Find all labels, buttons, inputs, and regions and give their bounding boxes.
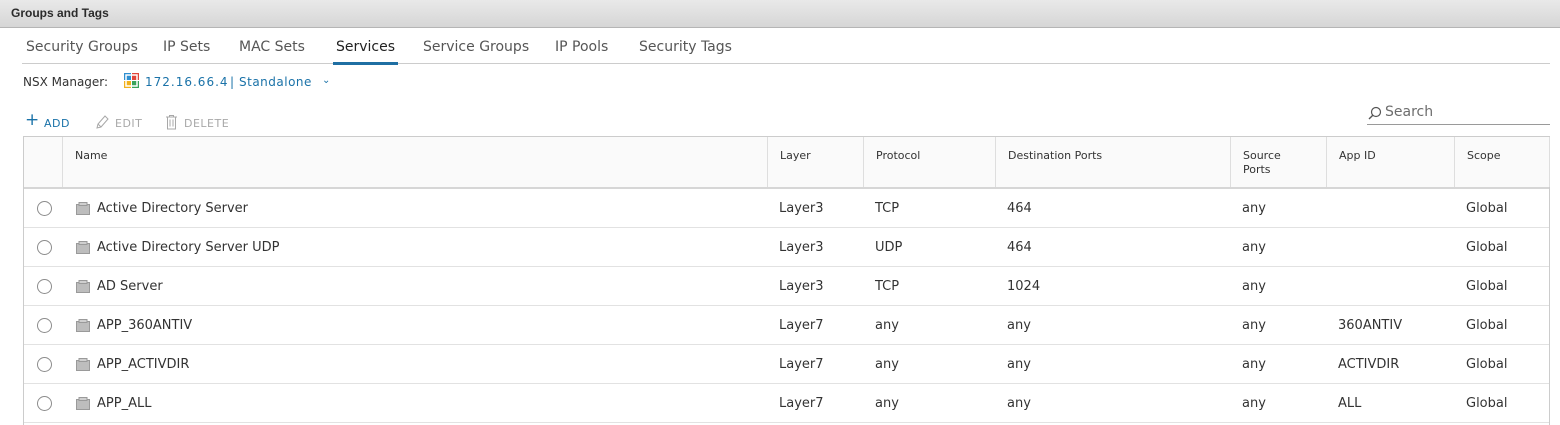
header-destination-ports[interactable]: Destination Ports [996, 137, 1231, 187]
cell-scope: Global [1466, 201, 1508, 216]
services-table: Name Layer Protocol Destination Ports So… [23, 136, 1550, 425]
cell-protocol: UDP [875, 240, 903, 255]
cell-name: Active Directory Server [97, 201, 249, 216]
cell-layer: Layer7 [779, 357, 824, 372]
tab-service-groups[interactable]: Service Groups [423, 39, 529, 55]
window-title: Groups and Tags [11, 6, 109, 20]
tab-ip-pools[interactable]: IP Pools [555, 39, 608, 55]
header-layer[interactable]: Layer [768, 137, 864, 187]
table-row[interactable]: AD Server Layer3 TCP 1024 any Global [24, 267, 1549, 306]
row-select-radio[interactable] [37, 396, 52, 411]
cell-layer: Layer7 [779, 318, 824, 333]
cell-protocol: TCP [875, 201, 900, 216]
service-icon [76, 241, 90, 254]
cell-source-ports: any [1242, 279, 1266, 294]
nsx-manager-mode[interactable]: Standalone [239, 75, 312, 89]
delete-button-label: DELETE [184, 117, 230, 130]
table-row[interactable]: APP_ACTIVDIR Layer7 any any any ACTIVDIR Globa… [24, 345, 1549, 384]
nsx-manager-icon [124, 73, 139, 88]
tab-bar: Security Groups IP Sets MAC Sets Service… [0, 28, 1560, 65]
cell-name: APP_360ANTIV [97, 318, 193, 333]
cell-name: AD Server [97, 279, 163, 294]
tab-bar-divider [22, 63, 1550, 64]
nsx-manager-separator: | [230, 75, 235, 89]
cell-app-id: ACTIVDIR [1338, 357, 1400, 372]
cell-layer: Layer7 [779, 396, 824, 411]
cell-layer: Layer3 [779, 201, 824, 216]
cell-scope: Global [1466, 279, 1508, 294]
cell-scope: Global [1466, 240, 1508, 255]
cell-source-ports: any [1242, 201, 1266, 216]
table-header: Name Layer Protocol Destination Ports So… [24, 137, 1550, 189]
service-icon [76, 397, 90, 410]
plus-icon: + [25, 110, 40, 130]
header-select [24, 137, 63, 187]
cell-protocol: any [875, 318, 899, 333]
cell-name: APP_ALL [97, 396, 152, 411]
add-button-label: ADD [44, 117, 70, 130]
cell-dest-ports: any [1007, 357, 1031, 372]
row-select-radio[interactable] [37, 357, 52, 372]
cell-protocol: any [875, 357, 899, 372]
cell-source-ports: any [1242, 318, 1266, 333]
table-row[interactable]: Active Directory Server Layer3 TCP 464 any Gl… [24, 189, 1549, 228]
tab-mac-sets[interactable]: MAC Sets [239, 39, 305, 55]
search-box [1367, 100, 1550, 125]
header-name[interactable]: Name [63, 137, 768, 187]
active-tab-indicator [333, 62, 399, 65]
cell-app-id: ALL [1338, 396, 1362, 411]
cell-layer: Layer3 [779, 240, 824, 255]
cell-dest-ports: 464 [1007, 201, 1032, 216]
nsx-manager-ip[interactable]: 172.16.66.4 [145, 75, 229, 89]
row-select-radio[interactable] [37, 279, 52, 294]
window-titlebar: Groups and Tags [0, 0, 1560, 28]
table-row[interactable]: Active Directory Server UDP Layer3 UDP 464 a… [24, 228, 1549, 267]
cell-scope: Global [1466, 318, 1508, 333]
cell-name: Active Directory Server UDP [97, 240, 280, 255]
tab-security-groups[interactable]: Security Groups [26, 39, 138, 55]
service-icon [76, 358, 90, 371]
table-row[interactable]: APP_360ANTIV Layer7 any any any 360ANTIV Globa… [24, 306, 1549, 345]
row-select-radio[interactable] [37, 201, 52, 216]
tab-security-tags[interactable]: Security Tags [639, 39, 732, 55]
header-scope[interactable]: Scope [1455, 137, 1550, 187]
search-icon [1368, 106, 1382, 120]
cell-dest-ports: any [1007, 396, 1031, 411]
cell-scope: Global [1466, 357, 1508, 372]
header-source-ports[interactable]: Source Ports [1231, 137, 1327, 187]
cell-dest-ports: 464 [1007, 240, 1032, 255]
cell-protocol: TCP [875, 279, 900, 294]
cell-protocol: any [875, 396, 899, 411]
trash-icon [166, 115, 177, 130]
cell-dest-ports: any [1007, 318, 1031, 333]
cell-source-ports: any [1242, 357, 1266, 372]
cell-dest-ports: 1024 [1007, 279, 1041, 294]
row-select-radio[interactable] [37, 240, 52, 255]
cell-app-id: 360ANTIV [1338, 318, 1403, 333]
cell-name: APP_ACTIVDIR [97, 357, 190, 372]
service-icon [76, 202, 90, 215]
cell-source-ports: any [1242, 396, 1266, 411]
pencil-icon [96, 115, 109, 129]
row-select-radio[interactable] [37, 318, 52, 333]
cell-scope: Global [1466, 396, 1508, 411]
header-protocol[interactable]: Protocol [864, 137, 996, 187]
cell-layer: Layer3 [779, 279, 824, 294]
service-icon [76, 280, 90, 293]
edit-button-label: EDIT [115, 117, 143, 130]
header-app-id[interactable]: App ID [1327, 137, 1455, 187]
service-icon [76, 319, 90, 332]
chevron-down-icon[interactable]: ⌄ [322, 75, 330, 86]
cell-source-ports: any [1242, 240, 1266, 255]
nsx-manager-label: NSX Manager: [23, 75, 109, 89]
table-row[interactable]: APP_ALL Layer7 any any any ALL Global [24, 384, 1549, 423]
tab-ip-sets[interactable]: IP Sets [163, 39, 210, 55]
search-input[interactable] [1385, 102, 1545, 122]
tab-services[interactable]: Services [333, 39, 399, 65]
